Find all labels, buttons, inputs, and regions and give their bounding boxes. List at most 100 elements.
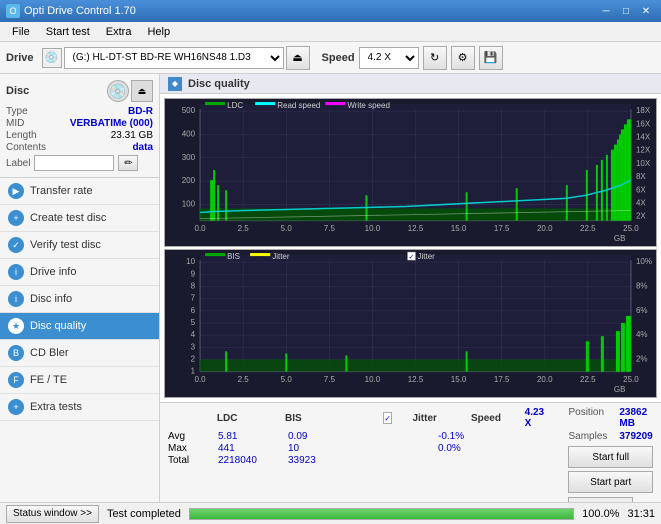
svg-text:15.0: 15.0 [451, 375, 467, 384]
svg-text:25.0: 25.0 [623, 224, 639, 233]
svg-text:10X: 10X [636, 159, 651, 168]
chart-ldc-svg: LDC Read speed Write speed [165, 99, 656, 246]
nav-disc-quality[interactable]: ★ Disc quality [0, 313, 159, 340]
disc-title: Disc [6, 85, 29, 97]
menu-extra[interactable]: Extra [98, 24, 140, 40]
svg-text:2: 2 [191, 354, 196, 363]
minimize-button[interactable]: ─ [597, 3, 615, 19]
action-buttons: Start full Start part [568, 446, 653, 493]
nav-fe-te-label: FE / TE [30, 374, 67, 386]
svg-text:300: 300 [182, 153, 196, 162]
start-part-button[interactable]: Start part [568, 471, 653, 493]
avg-ldc: 5.81 [218, 431, 268, 442]
svg-text:15.0: 15.0 [451, 224, 467, 233]
max-bis: 10 [288, 443, 328, 454]
svg-text:12.5: 12.5 [408, 224, 424, 233]
title-bar-left: O Opti Drive Control 1.70 [6, 4, 136, 18]
max-jitter: 0.0% [438, 443, 461, 454]
svg-text:4%: 4% [636, 330, 648, 339]
jitter-header: Jitter [412, 413, 451, 424]
svg-text:6: 6 [191, 306, 196, 315]
status-window-button[interactable]: Status window >> [6, 505, 99, 523]
nav-verify-test-disc-label: Verify test disc [30, 239, 101, 251]
start-full-button[interactable]: Start full [568, 446, 653, 468]
nav-drive-info-label: Drive info [30, 266, 76, 278]
stats-area: LDC BIS ✓ Jitter Speed 4.23 X Avg 5.81 0… [160, 402, 661, 502]
menu-help[interactable]: Help [139, 24, 178, 40]
label-key: Label [6, 158, 30, 169]
create-test-disc-icon: + [8, 210, 24, 226]
speed-display-select[interactable]: 4.2 X [568, 497, 633, 502]
speed-value: 4.23 X [525, 407, 553, 429]
maximize-button[interactable]: □ [617, 3, 635, 19]
menu-start-test[interactable]: Start test [38, 24, 98, 40]
svg-text:8: 8 [191, 281, 196, 290]
svg-text:25.0: 25.0 [623, 375, 639, 384]
verify-test-disc-icon: ✓ [8, 237, 24, 253]
disc-type-row: Type BD-R [6, 106, 153, 117]
nav-drive-info[interactable]: i Drive info [0, 259, 159, 286]
drive-select[interactable]: (G:) HL-DT-ST BD-RE WH16NS48 1.D3 [64, 47, 284, 69]
samples-label: Samples [568, 431, 607, 442]
settings-button[interactable]: ⚙ [451, 46, 475, 70]
label-row: Label ✏ [6, 155, 153, 171]
svg-text:✓: ✓ [408, 254, 414, 261]
cd-bler-icon: B [8, 345, 24, 361]
disc-icon: 💿 [107, 80, 129, 102]
nav-disc-quality-label: Disc quality [30, 320, 86, 332]
save-button[interactable]: 💾 [479, 46, 503, 70]
close-button[interactable]: ✕ [637, 3, 655, 19]
chart-bis-svg: BIS Jitter [165, 250, 656, 397]
svg-text:4X: 4X [636, 198, 646, 207]
svg-text:400: 400 [182, 129, 196, 138]
length-key: Length [6, 130, 37, 141]
position-label: Position [568, 407, 607, 429]
svg-text:8X: 8X [636, 172, 646, 181]
nav-disc-info-label: Disc info [30, 293, 72, 305]
nav-cd-bler-label: CD Bler [30, 347, 69, 359]
app-icon: O [6, 4, 20, 18]
content-area: ◆ Disc quality LDC Read speed [160, 74, 661, 502]
refresh-button[interactable]: ↻ [423, 46, 447, 70]
sidebar: Disc 💿 ⏏ Type BD-R MID VERBATIMe (000) L… [0, 74, 160, 502]
bis-header: BIS [285, 413, 324, 424]
avg-label: Avg [168, 431, 198, 442]
app-title: Opti Drive Control 1.70 [24, 5, 136, 17]
svg-text:LDC: LDC [227, 101, 243, 110]
menu-file[interactable]: File [4, 24, 38, 40]
nav-create-test-disc[interactable]: + Create test disc [0, 205, 159, 232]
speed-select[interactable]: 4.2 X [359, 47, 419, 69]
svg-text:6X: 6X [636, 185, 646, 194]
nav-cd-bler[interactable]: B CD Bler [0, 340, 159, 367]
total-ldc: 2218040 [218, 455, 268, 466]
status-text: Test completed [107, 508, 181, 520]
nav-verify-test-disc[interactable]: ✓ Verify test disc [0, 232, 159, 259]
nav-transfer-rate[interactable]: ▶ Transfer rate [0, 178, 159, 205]
svg-text:6%: 6% [636, 306, 648, 315]
window-controls: ─ □ ✕ [597, 3, 655, 19]
nav-fe-te[interactable]: F FE / TE [0, 367, 159, 394]
svg-text:4: 4 [191, 330, 196, 339]
position-value: 23862 MB [619, 407, 653, 429]
svg-text:0.0: 0.0 [195, 224, 207, 233]
svg-text:200: 200 [182, 176, 196, 185]
total-bis: 33923 [288, 455, 328, 466]
mid-key: MID [6, 118, 24, 129]
nav-extra-tests[interactable]: + Extra tests [0, 394, 159, 421]
eject-button[interactable]: ⏏ [286, 46, 310, 70]
svg-text:12X: 12X [636, 146, 651, 155]
eject-disc-button[interactable]: ⏏ [131, 80, 153, 102]
label-button[interactable]: ✏ [118, 155, 138, 171]
svg-text:14X: 14X [636, 133, 651, 142]
label-input[interactable] [34, 155, 114, 171]
drive-label: Drive [6, 52, 34, 64]
nav-disc-info[interactable]: i Disc info [0, 286, 159, 313]
type-key: Type [6, 106, 28, 117]
contents-value: data [132, 142, 153, 153]
speed-display-row: 4.2 X [568, 497, 653, 502]
svg-text:GB: GB [614, 234, 626, 243]
svg-text:Jitter: Jitter [272, 252, 290, 261]
chart-header: ◆ Disc quality [160, 74, 661, 94]
svg-text:10%: 10% [636, 257, 652, 266]
extra-tests-icon: + [8, 399, 24, 415]
